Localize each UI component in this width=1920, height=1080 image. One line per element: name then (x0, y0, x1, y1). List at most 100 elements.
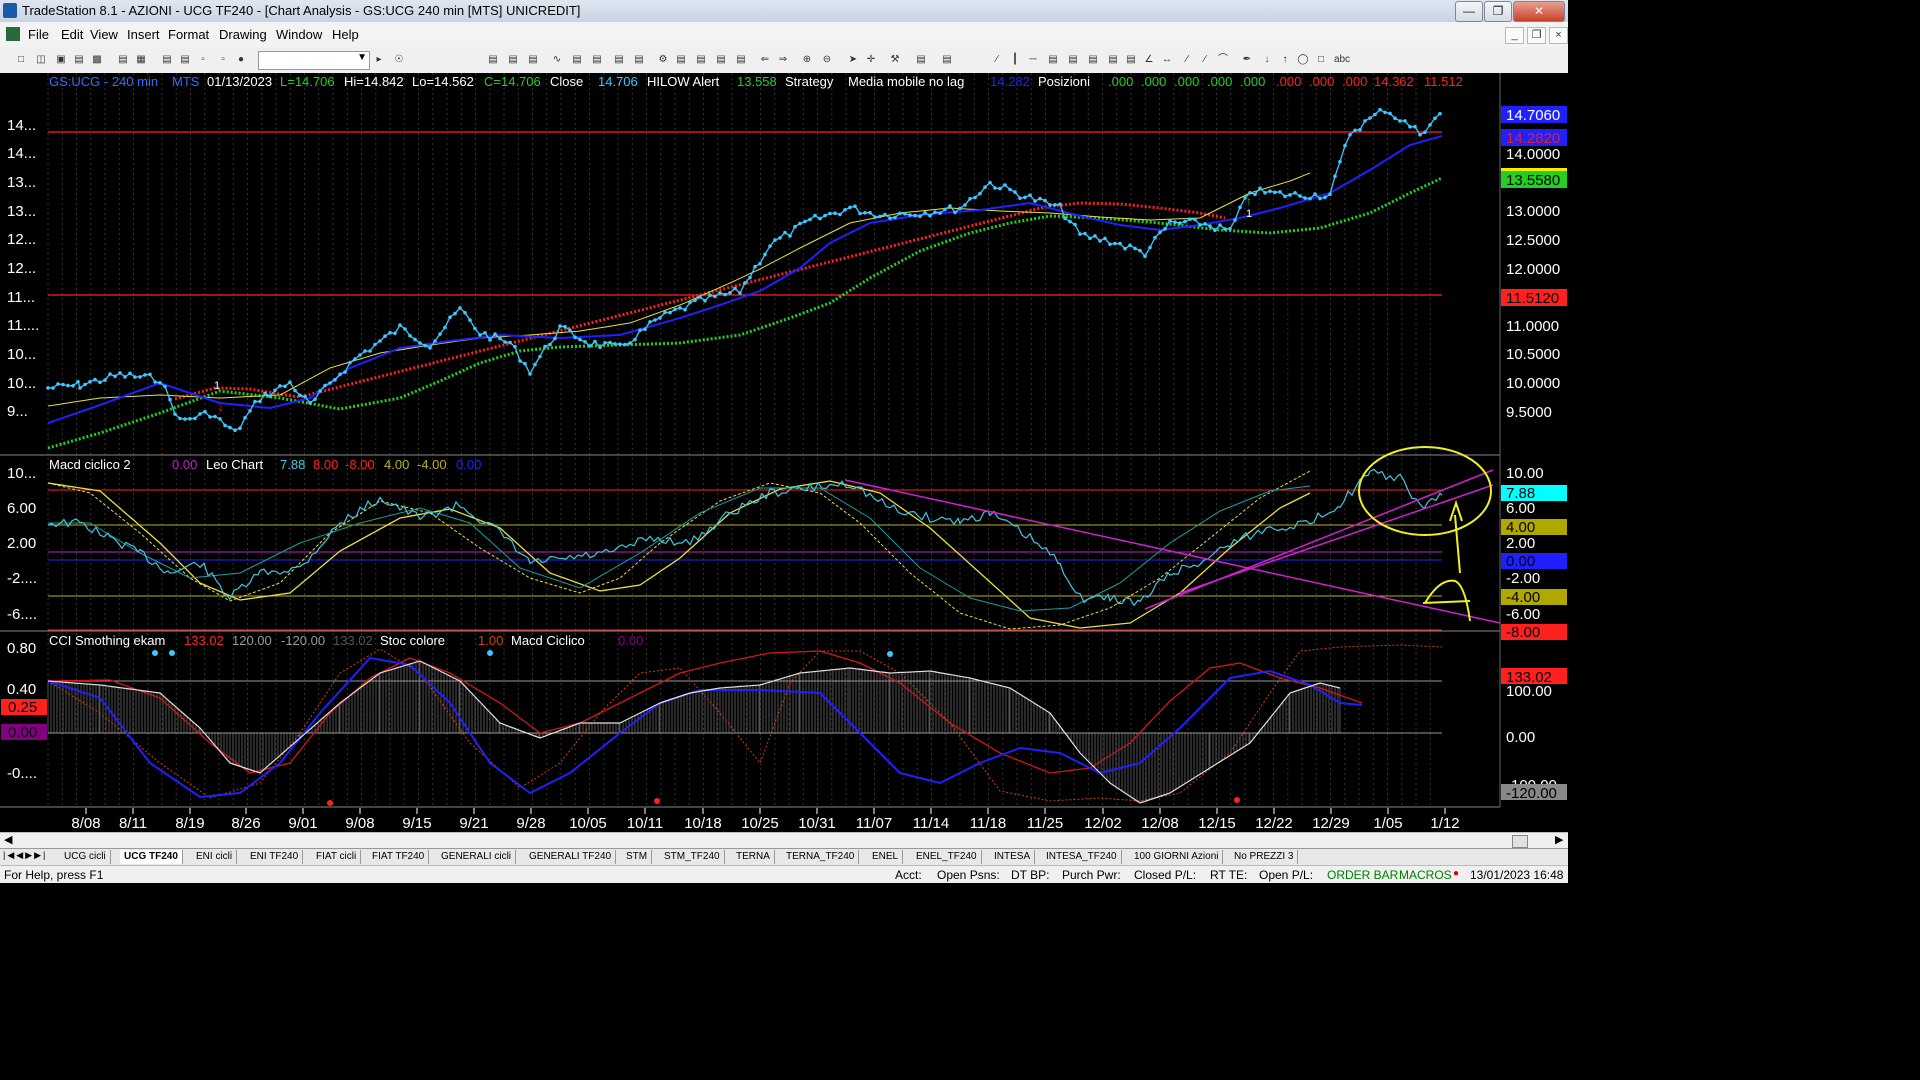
tab-no-prezzi[interactable]: No PREZZI 3 (1230, 850, 1299, 864)
mdi-close-button[interactable]: × (1549, 27, 1568, 44)
tab-intesa-tf240[interactable]: INTESA_TF240 (1042, 850, 1122, 864)
tab-stm-tf240[interactable]: STM_TF240 (660, 850, 725, 864)
restore-button[interactable]: ❐ (1484, 1, 1512, 22)
tab-ucg-tf240[interactable]: UCG TF240 (120, 850, 183, 864)
zoom-out-icon[interactable]: ⊖ (820, 53, 834, 66)
arrow-both-icon[interactable]: ↔ (1160, 53, 1174, 66)
arrow-down-icon[interactable]: ↓ (1260, 53, 1274, 66)
trend-icon[interactable]: ▤ (694, 53, 708, 66)
trendline-icon[interactable]: ∕ (990, 53, 1004, 66)
bar-chart-icon[interactable]: ▤ (486, 53, 500, 66)
tab-fiat-cicli[interactable]: FIAT cicli (312, 850, 362, 864)
copy-icon[interactable]: ▤ (72, 53, 86, 66)
text-tool-icon[interactable]: abc (1332, 53, 1352, 66)
lock-icon[interactable]: ▫ (196, 53, 210, 66)
status-order-bar[interactable]: ORDER BAR (1327, 868, 1398, 882)
new-icon[interactable]: □ (14, 53, 28, 66)
chart-window-icon[interactable]: ▤ (160, 53, 174, 66)
parallel-icon[interactable]: ∕ (1180, 53, 1194, 66)
chart-svg[interactable]: 1 1 ↓ ↑ 14... 14... 13... 13... 12... 12... 11… (0, 73, 1568, 836)
price-dot (1348, 133, 1352, 137)
menu-edit[interactable]: Edit (61, 27, 83, 42)
analysis-icon[interactable]: ▤ (590, 53, 604, 66)
mdi-restore-button[interactable]: ❐ (1527, 27, 1546, 44)
bars-icon[interactable]: ▤ (734, 53, 748, 66)
scroll-left-arrow-icon[interactable]: ◀ (4, 833, 12, 846)
minimize-button[interactable]: — (1455, 1, 1483, 22)
menu-insert[interactable]: Insert (127, 27, 160, 42)
channel-icon[interactable]: ▤ (1046, 53, 1060, 66)
tab-generali-cicli[interactable]: GENERALI cicli (437, 850, 517, 864)
pointer-icon[interactable]: ➤ (846, 53, 860, 66)
tab-fiat-tf240[interactable]: FIAT TF240 (368, 850, 430, 864)
indicator-icon[interactable]: ∿ (550, 53, 564, 66)
tab-terna[interactable]: TERNA (732, 850, 775, 864)
tab-generali-tf240[interactable]: GENERALI TF240 (525, 850, 617, 864)
menu-file[interactable]: File (28, 27, 49, 42)
quote-window-icon[interactable]: ▤ (178, 53, 192, 66)
menu-drawing[interactable]: Drawing (219, 27, 267, 42)
scroll-right-arrow-icon[interactable]: ▶ (1555, 833, 1563, 846)
save-all-icon[interactable]: ▣ (54, 53, 68, 66)
symbol-combo[interactable]: ▼ (258, 51, 370, 70)
tab-eni-cicli[interactable]: ENI cicli (192, 850, 238, 864)
format-icon[interactable]: ▤ (612, 53, 626, 66)
scroll-left-icon[interactable]: ⇐ (758, 53, 772, 66)
arc-icon[interactable]: ⌒ (1216, 53, 1230, 66)
price-dot (1008, 187, 1012, 192)
hand-icon[interactable]: ▤ (914, 53, 928, 66)
vertical-line-icon[interactable]: ┃ (1008, 53, 1022, 66)
price-dot (1368, 116, 1372, 120)
print-preview-icon[interactable]: ▦ (134, 53, 148, 66)
gann-icon[interactable]: ▤ (1086, 53, 1100, 66)
tab-nav-icons[interactable]: |◀◀▶▶| (3, 850, 47, 861)
rectangle-icon[interactable]: □ (1314, 53, 1328, 66)
tab-ucg-cicli[interactable]: UCG cicli (60, 850, 111, 864)
ellipse-icon[interactable]: ◯ (1296, 53, 1310, 66)
arrow-up-icon[interactable]: ↑ (1278, 53, 1292, 66)
close-button[interactable]: ✕ (1513, 1, 1565, 22)
open-icon[interactable]: ◫ (34, 53, 48, 66)
horizontal-line-icon[interactable]: ─ (1026, 53, 1040, 66)
tab-stm[interactable]: STM (622, 850, 653, 864)
arrow-right-icon[interactable]: ▸ (372, 53, 386, 66)
tab-terna-tf240[interactable]: TERNA_TF240 (782, 850, 860, 864)
mdi-minimize-button[interactable]: _ (1505, 27, 1524, 44)
status-macros[interactable]: MACROS (1399, 868, 1452, 882)
settings-icon[interactable]: ⚙ (656, 53, 670, 66)
histogram-icon[interactable]: ▤ (714, 53, 728, 66)
menu-format[interactable]: Format (168, 27, 209, 42)
pen-icon[interactable]: ✒ (1240, 53, 1254, 66)
horizontal-scrollbar[interactable]: ◀ ▶ (0, 832, 1568, 849)
ruler-icon[interactable]: ▤ (674, 53, 688, 66)
regression-icon[interactable]: ▤ (1124, 53, 1138, 66)
speed-line-icon[interactable]: ▤ (1106, 53, 1120, 66)
properties-icon[interactable]: ▤ (632, 53, 646, 66)
lock-open-icon[interactable]: ▫ (216, 53, 230, 66)
line-chart-icon[interactable]: ▤ (526, 53, 540, 66)
color-tool-icon[interactable]: ● (234, 53, 248, 66)
andrews-icon[interactable]: ∕ (1198, 53, 1212, 66)
menu-view[interactable]: View (90, 27, 118, 42)
crosshair-icon[interactable]: ✛ (864, 53, 878, 66)
chart-doc-icon[interactable] (6, 27, 20, 41)
menu-window[interactable]: Window (276, 27, 322, 42)
tab-intesa[interactable]: INTESA (990, 850, 1036, 864)
print-icon[interactable]: ▤ (116, 53, 130, 66)
tab-enel[interactable]: ENEL (868, 850, 904, 864)
tab-100-giorni[interactable]: 100 GIORNI Azioni (1130, 850, 1224, 864)
zoom-in-icon[interactable]: ⊕ (800, 53, 814, 66)
lookup-icon[interactable]: ☉ (392, 53, 406, 66)
candle-icon[interactable]: ▤ (506, 53, 520, 66)
save-icon[interactable]: ▩ (90, 53, 104, 66)
scroll-thumb[interactable] (1512, 835, 1528, 848)
strategy-icon[interactable]: ▤ (570, 53, 584, 66)
chart-area[interactable]: 1 1 ↓ ↑ 14... 14... 13... 13... 12... 12... 11… (0, 73, 1568, 836)
fib-icon[interactable]: ▤ (1066, 53, 1080, 66)
tab-enel-tf240[interactable]: ENEL_TF240 (912, 850, 982, 864)
tools-icon[interactable]: ⚒ (888, 53, 902, 66)
menu-help[interactable]: Help (332, 27, 359, 42)
scroll-right-icon[interactable]: ⇒ (776, 53, 790, 66)
angle-icon[interactable]: ∠ (1142, 53, 1156, 66)
tab-eni-tf240[interactable]: ENI TF240 (246, 850, 304, 864)
